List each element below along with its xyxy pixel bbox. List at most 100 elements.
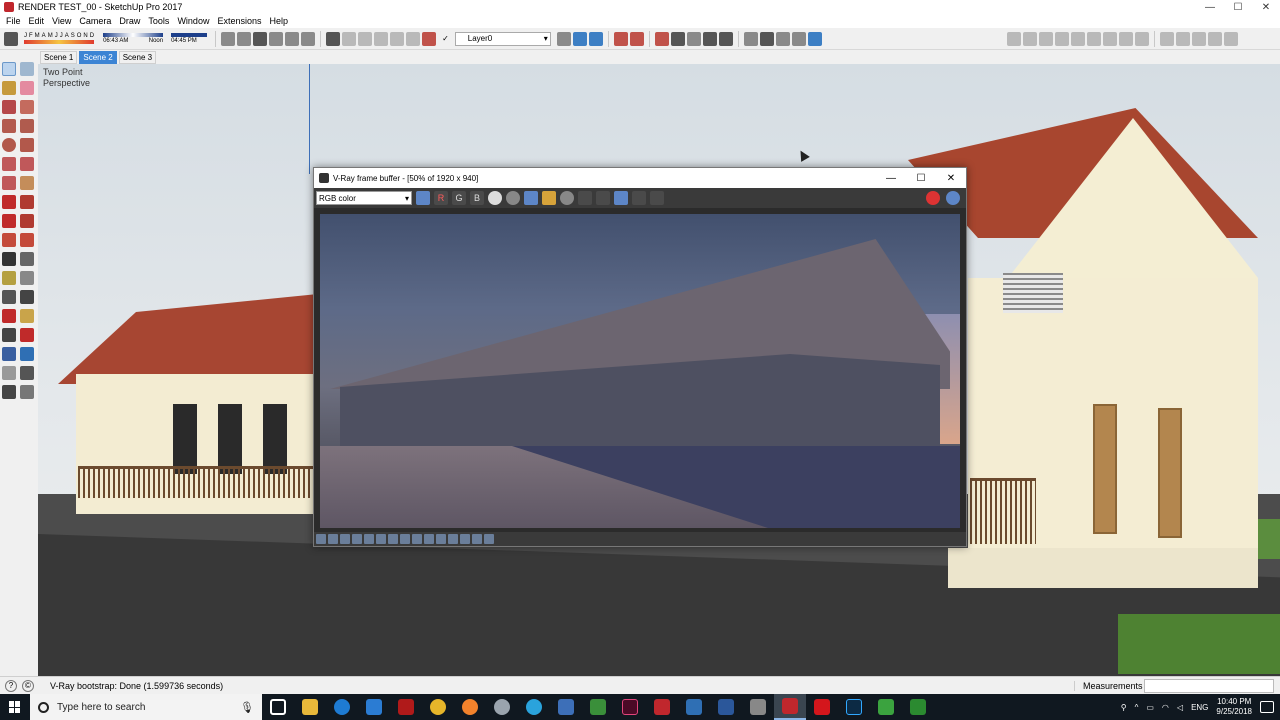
taskbar-acrobat[interactable] (806, 694, 838, 720)
start-button[interactable] (0, 694, 30, 720)
menu-file[interactable]: File (4, 16, 27, 26)
orbit-tool-icon[interactable] (2, 309, 16, 323)
offset-tool-icon[interactable] (20, 233, 34, 247)
extension-tool-5-icon[interactable] (1224, 31, 1238, 46)
vfb-tool-icon[interactable] (376, 534, 386, 544)
hidden-line-style-icon[interactable] (358, 31, 373, 46)
arc-tool-icon[interactable] (2, 157, 16, 171)
previous-view-icon[interactable] (20, 347, 34, 361)
extension-tool-3-icon[interactable] (1192, 31, 1206, 46)
vfb-tool-icon[interactable] (424, 534, 434, 544)
pan-tool-icon[interactable] (20, 309, 34, 323)
taskbar-app-green[interactable] (582, 694, 614, 720)
shadow-time-end[interactable]: 04:45 PM (171, 33, 208, 44)
right-view-icon[interactable] (269, 31, 284, 46)
sandbox-tool-7-icon[interactable] (1103, 31, 1117, 46)
save-image-icon[interactable] (524, 191, 538, 205)
taskbar-camtasia[interactable] (870, 694, 902, 720)
walk-tool-icon[interactable] (2, 385, 16, 399)
people-icon[interactable]: ⚲ (1121, 703, 1127, 712)
extension-tool-1-icon[interactable] (1160, 31, 1174, 46)
shadow-date-slider[interactable]: J F M A M J J A S O N D (24, 33, 95, 44)
sandbox-tool-6-icon[interactable] (1087, 31, 1101, 46)
vfb-tool-icon[interactable] (328, 534, 338, 544)
zoom-extents-icon[interactable] (2, 347, 16, 361)
taskbar-word[interactable] (710, 694, 742, 720)
menu-view[interactable]: View (50, 16, 77, 26)
vray-close-button[interactable]: ✕ (936, 173, 966, 184)
vfb-tool-icon[interactable] (412, 534, 422, 544)
tape-measure-icon[interactable] (2, 252, 16, 266)
vfb-tool-icon[interactable] (400, 534, 410, 544)
left-view-icon[interactable] (301, 31, 316, 46)
menu-extensions[interactable]: Extensions (215, 16, 267, 26)
vfb-tool-icon[interactable] (340, 534, 350, 544)
vray-maximize-button[interactable]: ☐ (906, 173, 936, 184)
shaded-textures-style-icon[interactable] (390, 31, 405, 46)
network-icon[interactable]: ▭ (1146, 703, 1154, 712)
stop-render-icon[interactable] (926, 191, 940, 205)
push-pull-icon[interactable] (20, 195, 34, 209)
measurements-input[interactable] (1144, 678, 1274, 693)
start-render-icon[interactable] (946, 191, 960, 205)
front-view-icon[interactable] (253, 31, 268, 46)
freehand-tool-icon[interactable] (20, 100, 34, 114)
geo-location-icon[interactable]: ? (5, 679, 17, 692)
credits-icon[interactable]: © (22, 679, 34, 692)
region-render-icon[interactable] (596, 191, 610, 205)
taskbar-app-blue[interactable] (550, 694, 582, 720)
extension-tool-4-icon[interactable] (1208, 31, 1222, 46)
vray-light-icon[interactable] (654, 31, 669, 46)
vray-spot-light-icon[interactable] (686, 31, 701, 46)
shaded-style-icon[interactable] (374, 31, 389, 46)
vray-interactive-icon[interactable] (588, 31, 603, 46)
vray-material-icon[interactable] (613, 31, 628, 46)
paint-bucket-icon[interactable] (2, 81, 16, 95)
vray-fur-icon[interactable] (775, 31, 790, 46)
taskbar-clock[interactable]: 10:40 PM 9/25/2018 (1216, 697, 1252, 717)
sandbox-tool-4-icon[interactable] (1055, 31, 1069, 46)
minimize-button[interactable]: — (1196, 0, 1224, 14)
eraser-icon[interactable] (20, 81, 34, 95)
taskbar-firefox[interactable] (454, 694, 486, 720)
back-view-icon[interactable] (285, 31, 300, 46)
microphone-icon[interactable]: 🎙 (240, 701, 254, 714)
3d-text-icon[interactable] (20, 290, 34, 304)
extension-tool-2-icon[interactable] (1176, 31, 1190, 46)
clear-image-icon[interactable] (560, 191, 574, 205)
load-image-icon[interactable] (542, 191, 556, 205)
scale-tool-icon[interactable] (2, 233, 16, 247)
look-around-icon[interactable] (20, 366, 34, 380)
taskbar-sketchup-active[interactable] (774, 694, 806, 720)
taskbar-edge[interactable] (326, 694, 358, 720)
vray-render-icon[interactable] (572, 31, 587, 46)
channel-dropdown[interactable]: RGB color ▾ (316, 191, 412, 205)
shadow-time-slider[interactable]: 06:43 AM Noon (103, 33, 164, 44)
menu-help[interactable]: Help (267, 16, 294, 26)
compare-icon[interactable] (632, 191, 646, 205)
vfb-tool-icon[interactable] (460, 534, 470, 544)
taskbar-file-explorer[interactable] (294, 694, 326, 720)
vfb-tool-icon[interactable] (472, 534, 482, 544)
track-mouse-icon[interactable] (578, 191, 592, 205)
tab-scene-1[interactable]: Scene 1 (40, 50, 78, 64)
pie-tool-icon[interactable] (20, 176, 34, 190)
taskbar-camtasia-2[interactable] (902, 694, 934, 720)
wifi-icon[interactable]: ◠ (1162, 703, 1169, 712)
vfb-tool-icon[interactable] (352, 534, 362, 544)
layer-visible-check-icon[interactable]: ✓ (442, 34, 449, 43)
taskbar-photoshop[interactable] (838, 694, 870, 720)
taskbar-app-blue2[interactable] (678, 694, 710, 720)
tab-scene-3[interactable]: Scene 3 (118, 50, 157, 64)
sandbox-tool-9-icon[interactable] (1135, 31, 1149, 46)
vfb-tool-icon[interactable] (364, 534, 374, 544)
menu-camera[interactable]: Camera (77, 16, 117, 26)
menu-window[interactable]: Window (175, 16, 215, 26)
menu-tools[interactable]: Tools (146, 16, 175, 26)
sandbox-tool-5-icon[interactable] (1071, 31, 1085, 46)
menu-edit[interactable]: Edit (27, 16, 51, 26)
shadow-toggle-icon[interactable] (4, 31, 18, 46)
zoom-tool-icon[interactable] (2, 328, 16, 342)
vray-mesh-light-icon[interactable] (791, 31, 806, 46)
axes-tool-icon[interactable] (2, 290, 16, 304)
